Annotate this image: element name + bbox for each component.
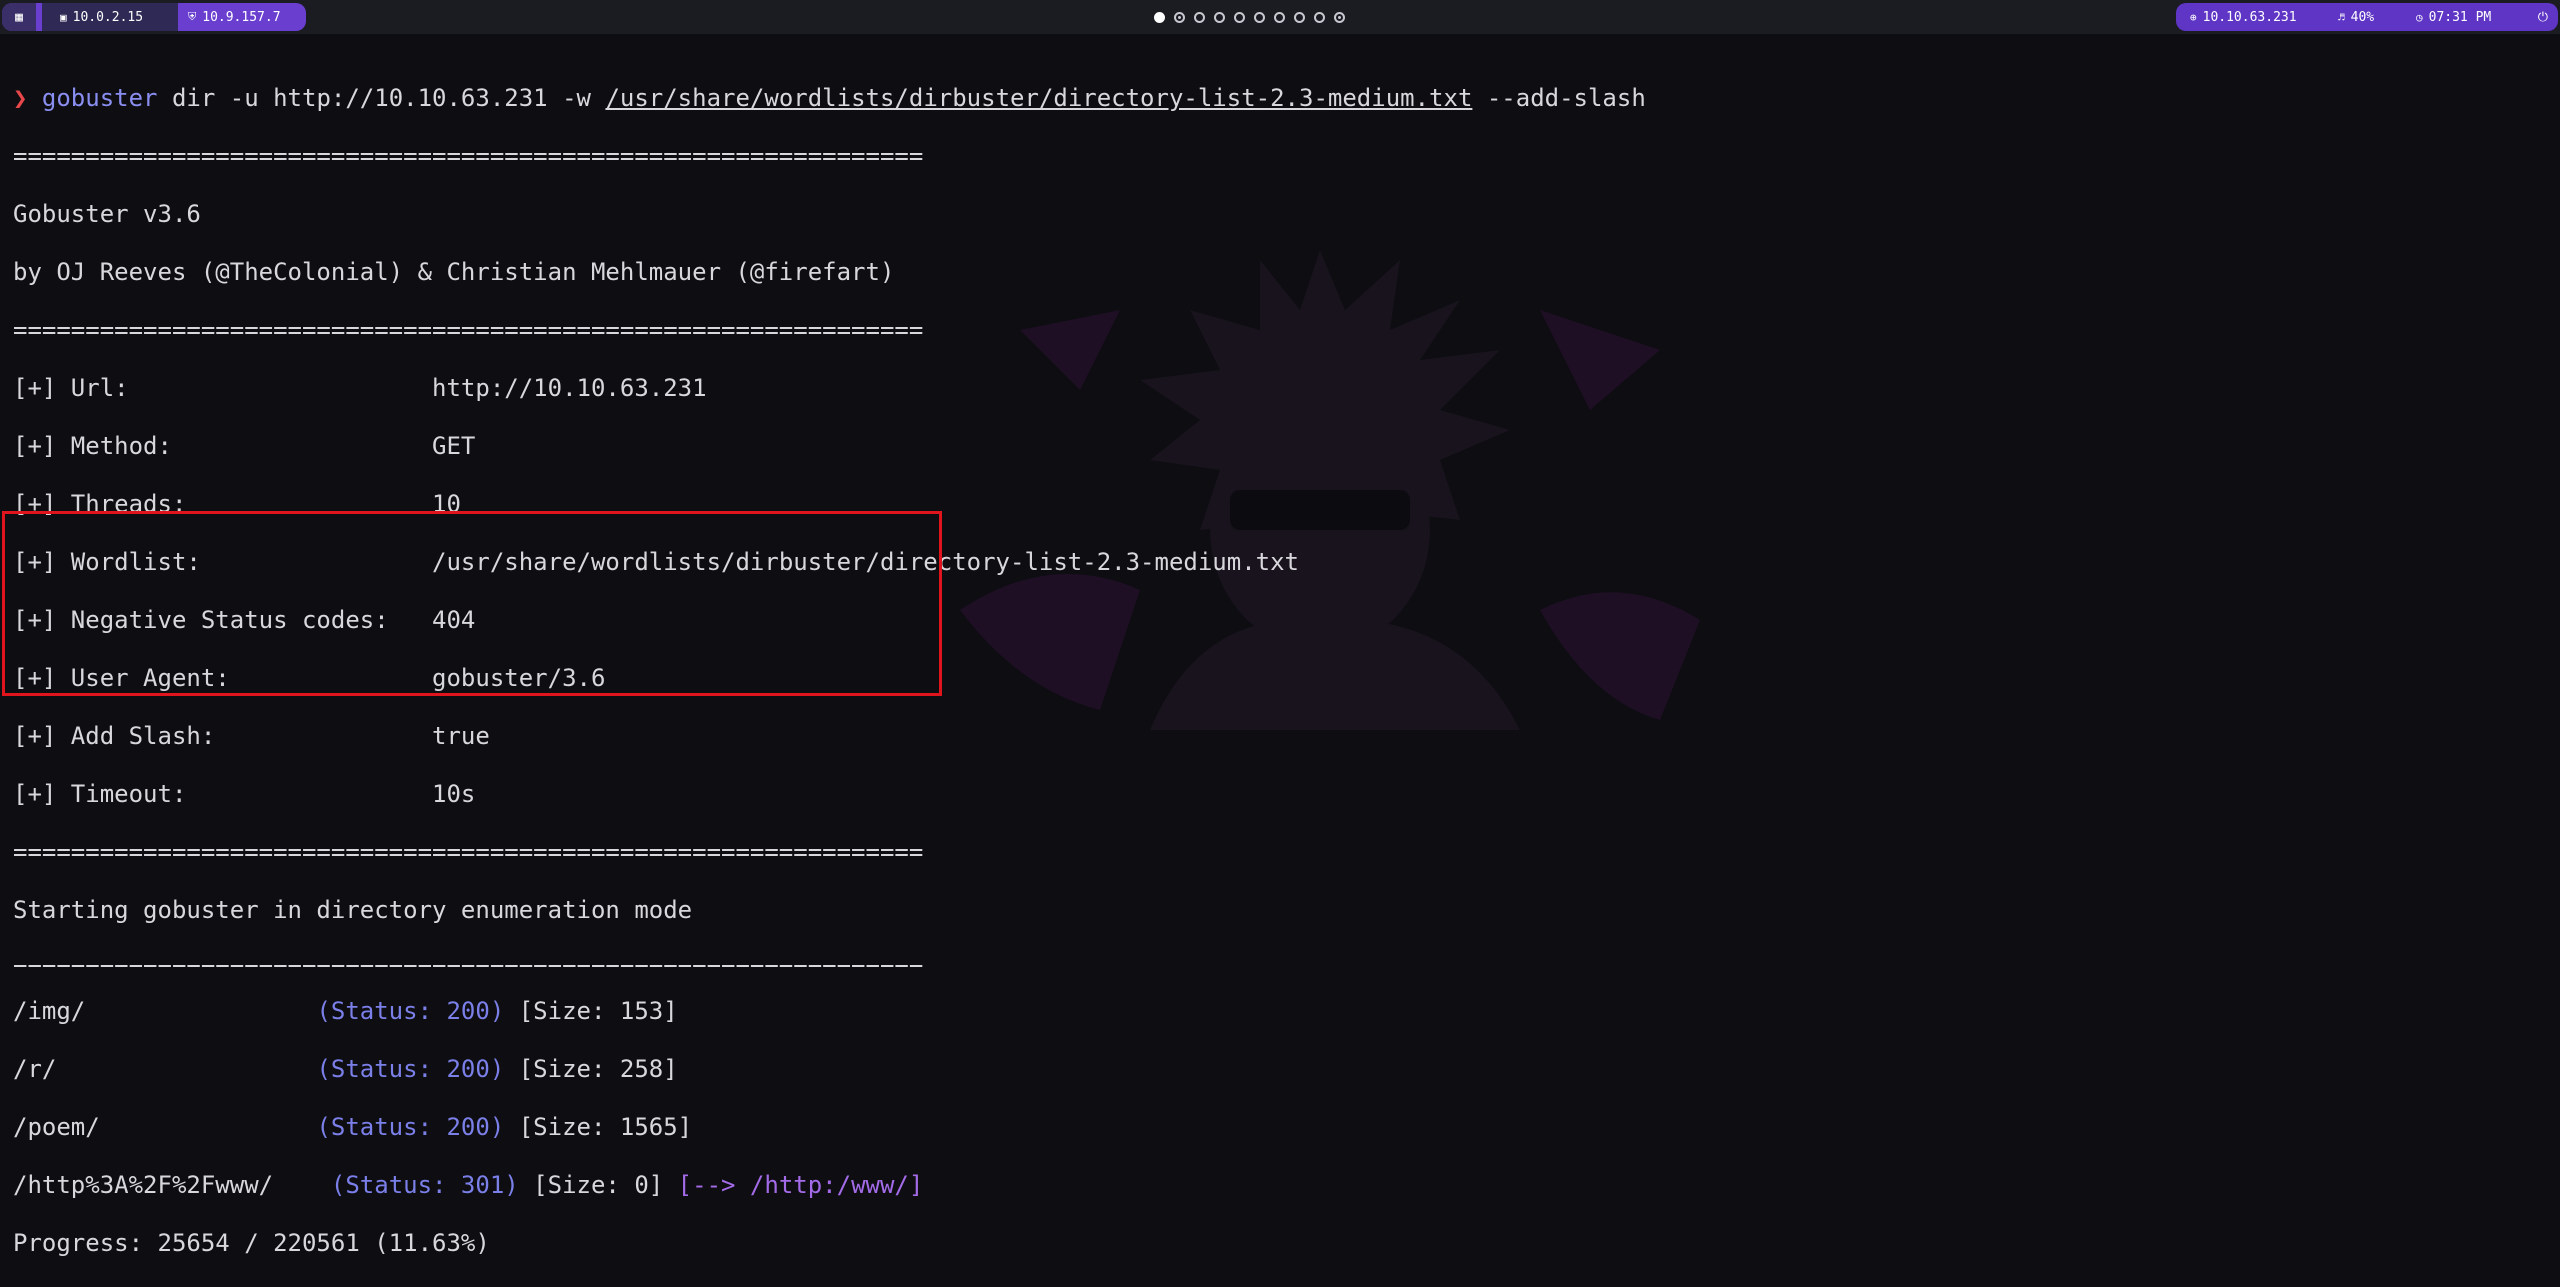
command-wordlist: /usr/share/wordlists/dirbuster/directory… [605,84,1473,112]
volume-icon: ♬ [2338,10,2345,24]
workspace-7[interactable] [1274,11,1285,23]
local-ip[interactable]: ▣ 10.0.2.15 [42,3,200,31]
separator: ========================================… [13,142,924,170]
command-name: gobuster [41,84,158,112]
workspace-5[interactable] [1234,11,1245,23]
local-ip-text: 10.0.2.15 [72,9,144,25]
result-path: /r/ [13,1055,317,1083]
target-icon: ⊕ [2190,10,2197,24]
clock[interactable]: ◷ 07:31 PM [2416,3,2491,31]
result-size: [Size: 1565] [504,1113,693,1141]
result-row: /r/ (Status: 200) [Size: 258] [13,1055,1646,1084]
config-key: [+] Method: [13,432,433,460]
config-value: true [432,722,490,750]
network-widget: ▦ ▣ 10.0.2.15 ⛨ 10.9.157.7 [2,3,306,31]
separator: ========================================… [13,838,924,866]
config-key: [+] Add Slash: [13,722,433,750]
config-key: [+] Url: [13,374,433,402]
result-size: [Size: 258] [504,1055,678,1083]
result-redirect: [--> /http:/www/] [663,1171,924,1199]
prompt-symbol: ❯ [13,84,28,112]
status-widget: ⊕ 10.10.63.231 ♬ 40% ◷ 07:31 PM ⏻ [2176,3,2558,31]
workspace-9[interactable] [1314,11,1325,23]
workspace-switcher [1154,9,1345,25]
config-value: http://10.10.63.231 [432,374,707,402]
target-ip-text: 10.10.63.231 [2202,9,2297,25]
result-size: [Size: 153] [504,997,678,1025]
menu-button[interactable]: ▦ [2,3,36,31]
config-key: [+] Timeout: [13,780,433,808]
power-icon: ⏻ [2537,9,2548,25]
config-value: GET [432,432,476,460]
start-message: Starting gobuster in directory enumerati… [13,896,693,924]
separator: ========================================… [13,954,924,968]
result-row: /poem/ (Status: 200) [Size: 1565] [13,1113,1646,1142]
command-args: dir -u http://10.10.63.231 -w [157,84,606,112]
monitor-icon: ▣ [60,10,67,24]
progress-line: Progress: 25654 / 220561 (11.63%) [13,1229,490,1257]
result-size: [Size: 0] [518,1171,664,1199]
workspace-6[interactable] [1254,11,1265,23]
clock-icon: ◷ [2416,10,2423,24]
command-line: ❯ gobuster dir -u http://10.10.63.231 -w… [13,84,1646,113]
power-button[interactable]: ⏻ [2538,3,2548,31]
grid-icon: ▦ [15,9,23,25]
config-row: [+] Add Slash: true [13,722,1646,751]
target-ip[interactable]: ⊕ 10.10.63.231 [2190,3,2297,31]
result-path: /http%3A%2F%2Fwww/ [13,1171,331,1199]
result-status: (Status: 200) [316,997,505,1025]
result-status: (Status: 200) [316,1055,505,1083]
result-row: /img/ (Status: 200) [Size: 153] [13,997,1646,1026]
config-value: 10s [432,780,476,808]
volume[interactable]: ♬ 40% [2338,3,2374,31]
vpn-ip-text: 10.9.157.7 [202,9,281,25]
shield-icon: ⛨ [188,10,197,23]
workspace-2[interactable] [1174,11,1185,23]
workspace-3[interactable] [1194,11,1205,23]
workspace-10[interactable] [1334,11,1345,23]
workspace-4[interactable] [1214,11,1225,23]
config-row: [+] Timeout: 10s [13,780,1646,809]
volume-text: 40% [2350,9,2375,25]
result-status: (Status: 200) [316,1113,505,1141]
banner-authors: by OJ Reeves (@TheColonial) & Christian … [13,258,895,286]
result-status: (Status: 301) [330,1171,519,1199]
result-path: /poem/ [13,1113,317,1141]
command-tail: --add-slash [1472,84,1646,112]
workspace-1[interactable] [1154,11,1165,23]
result-row: /http%3A%2F%2Fwww/ (Status: 301) [Size: … [13,1171,1646,1200]
separator: ========================================… [13,316,924,344]
banner-version: Gobuster v3.6 [13,200,201,228]
config-row: [+] Method: GET [13,432,1646,461]
workspace-8[interactable] [1294,11,1305,23]
results-highlight-box [2,511,942,696]
config-row: [+] Url: http://10.10.63.231 [13,374,1646,403]
clock-text: 07:31 PM [2428,9,2492,25]
result-path: /img/ [13,997,317,1025]
vpn-ip[interactable]: ⛨ 10.9.157.7 [178,3,306,31]
top-bar: ▦ ▣ 10.0.2.15 ⛨ 10.9.157.7 ⊕ 10.10.63.23… [0,0,2560,34]
